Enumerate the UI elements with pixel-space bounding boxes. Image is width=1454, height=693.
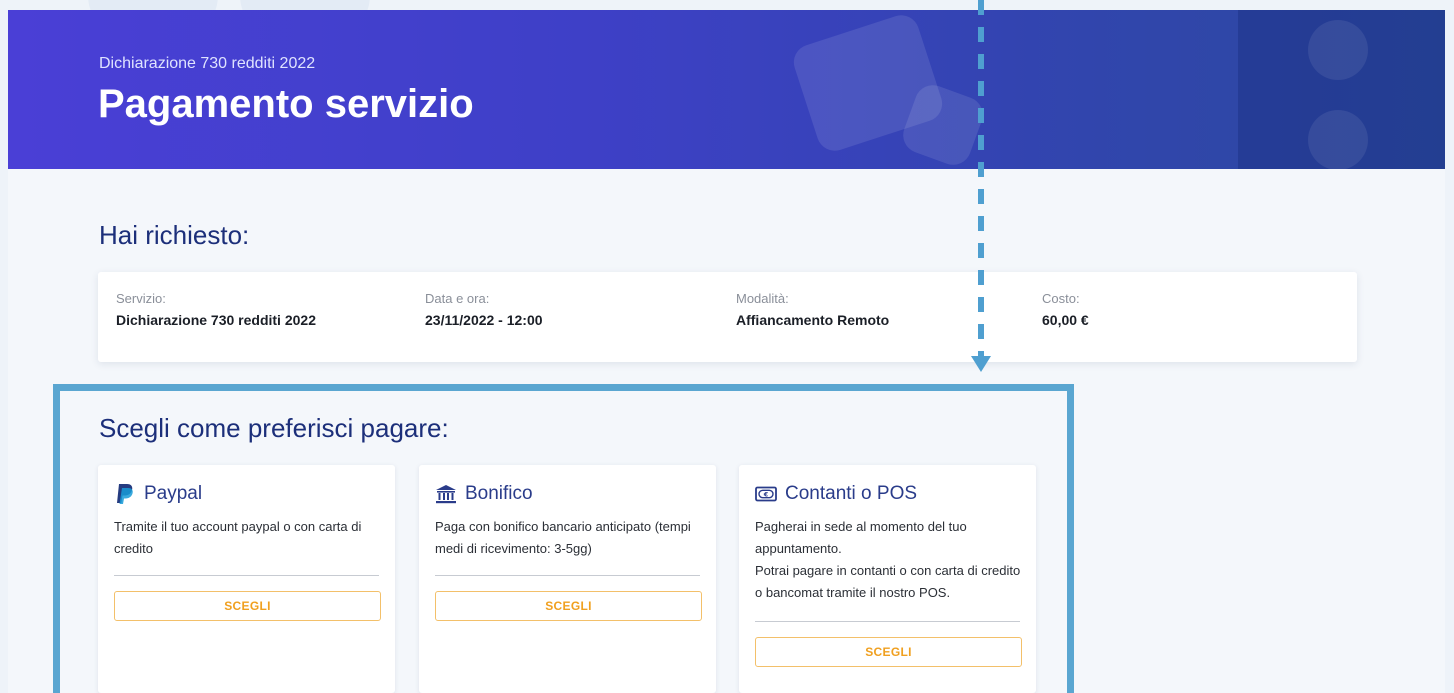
summary-value: Dichiarazione 730 redditi 2022 — [116, 312, 316, 328]
summary-cost: Costo: 60,00 € — [1042, 291, 1089, 328]
puzzle-decoration — [1308, 110, 1368, 169]
request-summary: Servizio: Dichiarazione 730 redditi 2022… — [98, 272, 1357, 362]
page-subtitle: Dichiarazione 730 redditi 2022 — [99, 55, 316, 72]
page-header: Dichiarazione 730 redditi 2022 Pagamento… — [8, 10, 1445, 169]
summary-service: Servizio: Dichiarazione 730 redditi 2022 — [116, 291, 316, 328]
summary-label: Modalità: — [736, 291, 789, 306]
annotation-dotted-line — [978, 0, 984, 356]
summary-value: 23/11/2022 - 12:00 — [425, 312, 543, 328]
puzzle-decoration — [1308, 20, 1368, 80]
summary-value: Affiancamento Remoto — [736, 312, 890, 328]
summary-datetime: Data e ora: 23/11/2022 - 12:00 — [425, 291, 543, 328]
summary-label: Costo: — [1042, 291, 1080, 306]
page-title: Pagamento servizio — [98, 82, 474, 126]
payment-highlight-frame — [53, 384, 1074, 693]
summary-value: 60,00 € — [1042, 312, 1089, 328]
summary-label: Data e ora: — [425, 291, 490, 306]
summary-label: Servizio: — [116, 291, 166, 306]
annotation-arrow-icon — [971, 356, 991, 372]
request-heading: Hai richiesto: — [99, 220, 250, 250]
summary-mode: Modalità: Affiancamento Remoto — [736, 291, 889, 328]
